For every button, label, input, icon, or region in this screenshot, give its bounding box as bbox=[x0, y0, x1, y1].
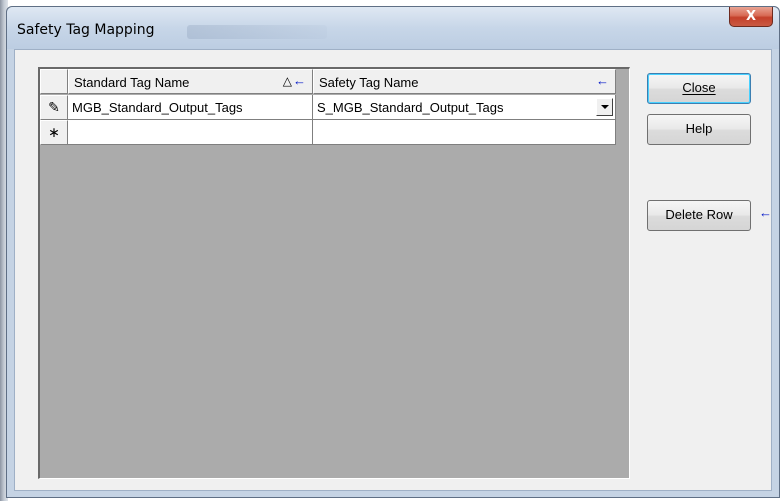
close-button[interactable]: Close bbox=[647, 73, 751, 104]
safety-tag-dropdown-button[interactable] bbox=[596, 98, 613, 116]
grid-header-row: Standard Tag Name △ ← Safety Tag Name ← bbox=[40, 69, 616, 94]
left-arrow-icon: ← bbox=[293, 73, 306, 88]
column-header-label: Safety Tag Name bbox=[319, 75, 419, 90]
table-row[interactable]: ✎ MGB_Standard_Output_Tags S_MGB_Standar… bbox=[40, 95, 616, 120]
safety-tag-mapping-dialog: Safety Tag Mapping X Standard Tag Name △… bbox=[6, 6, 780, 498]
title-bar[interactable]: Safety Tag Mapping X bbox=[7, 7, 779, 49]
sort-ascending-icon: △ bbox=[282, 74, 292, 88]
help-button[interactable]: Help bbox=[647, 114, 751, 145]
column-header-standard-tag-name[interactable]: Standard Tag Name △ ← bbox=[68, 69, 313, 94]
safety-tag-value: S_MGB_Standard_Output_Tags bbox=[317, 100, 504, 115]
left-arrow-icon: ← bbox=[759, 205, 772, 220]
column-header-safety-tag-name[interactable]: Safety Tag Name ← bbox=[313, 69, 616, 94]
delete-row-button-label: Delete Row bbox=[665, 207, 733, 222]
standard-tag-cell[interactable]: MGB_Standard_Output_Tags bbox=[68, 95, 313, 120]
standard-tag-cell[interactable] bbox=[68, 120, 313, 145]
dialog-client-area: Standard Tag Name △ ← Safety Tag Name ← … bbox=[14, 49, 772, 491]
row-selector-header[interactable] bbox=[40, 69, 68, 94]
help-button-label: Help bbox=[685, 121, 713, 136]
background-window-title-ghost bbox=[187, 25, 327, 39]
safety-tag-cell[interactable] bbox=[313, 120, 616, 145]
table-row-new[interactable]: ∗ bbox=[40, 120, 616, 145]
left-arrow-icon: ← bbox=[596, 73, 609, 88]
window-title: Safety Tag Mapping bbox=[17, 22, 155, 38]
window-close-button[interactable]: X bbox=[729, 7, 773, 27]
row-selector-edit[interactable]: ✎ bbox=[40, 95, 68, 120]
row-selector-new[interactable]: ∗ bbox=[40, 120, 68, 145]
pencil-icon: ✎ bbox=[48, 99, 60, 115]
asterisk-icon: ∗ bbox=[48, 124, 60, 140]
column-header-label: Standard Tag Name bbox=[74, 75, 190, 90]
standard-tag-value: MGB_Standard_Output_Tags bbox=[72, 100, 243, 115]
close-button-label: Close bbox=[682, 80, 716, 95]
safety-tag-cell[interactable]: S_MGB_Standard_Output_Tags bbox=[313, 95, 616, 120]
chevron-down-icon bbox=[601, 105, 609, 109]
tag-mapping-grid[interactable]: Standard Tag Name △ ← Safety Tag Name ← … bbox=[38, 67, 630, 479]
delete-row-button[interactable]: Delete Row bbox=[647, 200, 751, 231]
